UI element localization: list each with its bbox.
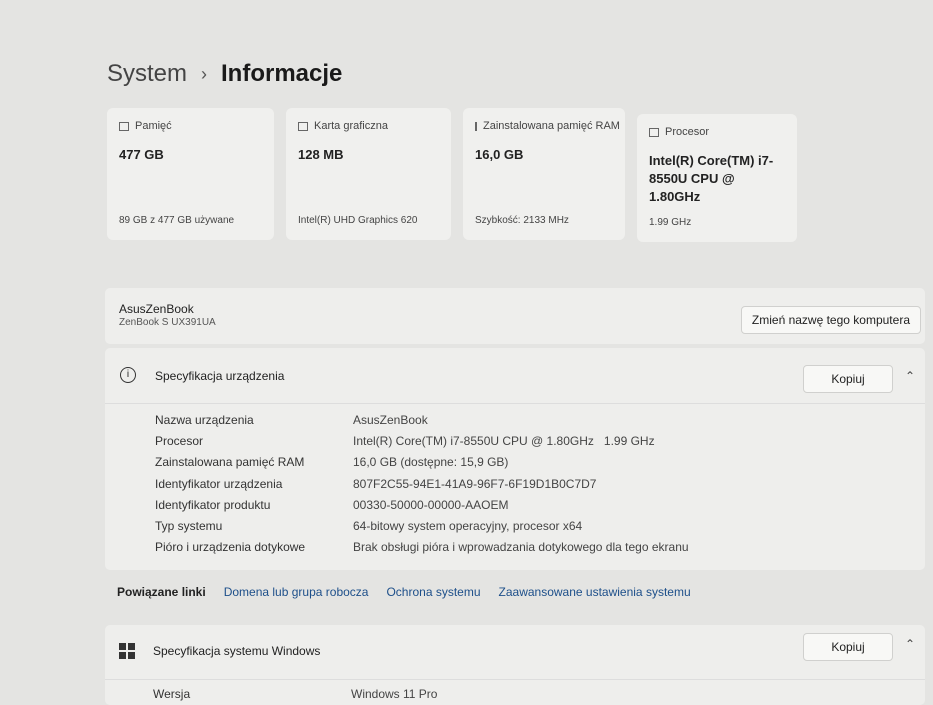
cpu-card: Procesor Intel(R) Core(TM) i7-8550U CPU … bbox=[637, 114, 797, 242]
device-name: AsusZenBook bbox=[119, 302, 194, 316]
spec-value: 00330-50000-00000-AAOEM bbox=[353, 497, 509, 512]
card-value: 128 MB bbox=[298, 147, 344, 162]
spec-value: 16,0 GB (dostępne: 15,9 GB) bbox=[353, 455, 509, 470]
info-icon: i bbox=[120, 367, 136, 383]
spec-value: Brak obsługi pióra i wprowadzania dotyko… bbox=[353, 540, 689, 555]
windows-logo-icon bbox=[119, 643, 135, 659]
chevron-right-icon: › bbox=[201, 63, 208, 84]
spec-row: Identyfikator produktu 00330-50000-00000-… bbox=[155, 494, 689, 515]
chevron-up-icon[interactable]: ⌃ bbox=[905, 637, 915, 651]
device-spec-list: Nazwa urządzenia AsusZenBook Procesor Inte… bbox=[155, 409, 689, 558]
link-domain-workgroup[interactable]: Domena lub grupa robocza bbox=[224, 585, 369, 599]
breadcrumb-system[interactable]: System bbox=[107, 60, 187, 88]
spec-key: Wersja bbox=[153, 686, 191, 701]
spec-key: Pióro i urządzenia dotykowe bbox=[155, 540, 306, 555]
card-sub: 89 GB z 477 GB używane bbox=[119, 215, 235, 226]
spec-key: Zainstalowana pamięć RAM bbox=[155, 455, 305, 470]
section-title: Specyfikacja urządzenia bbox=[155, 369, 285, 383]
section-title: Specyfikacja systemu Windows bbox=[153, 644, 321, 658]
card-label: Procesor bbox=[665, 126, 710, 138]
gpu-icon bbox=[298, 121, 308, 131]
related-links-label: Powiązane linki bbox=[117, 585, 206, 599]
device-model: ZenBook S UX391UA bbox=[119, 317, 216, 328]
spec-value: AsusZenBook bbox=[353, 412, 428, 427]
card-value: Intel(R) Core(TM) i7-8550U CPU @ 1.80GHz bbox=[649, 153, 774, 204]
card-value: 16,0 GB bbox=[475, 147, 524, 162]
card-value: 477 GB bbox=[119, 147, 164, 162]
spec-key: Identyfikator urządzenia bbox=[155, 476, 283, 491]
spec-row: Wersja Windows 11 Pro bbox=[153, 683, 437, 704]
cpu-icon bbox=[649, 127, 659, 137]
spec-key: Identyfikator produktu bbox=[155, 497, 271, 512]
link-advanced-settings[interactable]: Zaawansowane ustawienia systemu bbox=[499, 585, 691, 599]
spec-value: Windows 11 Pro bbox=[351, 686, 438, 701]
spec-row: Typ systemu 64-bitowy system operacyjny, … bbox=[155, 515, 689, 536]
card-sub: Intel(R) UHD Graphics 620 bbox=[298, 215, 418, 226]
device-name-section: AsusZenBook ZenBook S UX391UA Zmień nazw… bbox=[105, 288, 925, 344]
page-title: Informacje bbox=[221, 60, 343, 87]
link-system-protection[interactable]: Ochrona systemu bbox=[386, 585, 480, 599]
storage-card: Pamięć 477 GB 89 GB z 477 GB używane bbox=[107, 108, 274, 240]
spec-value: Intel(R) Core(TM) i7-8550U CPU @ 1.80GHz… bbox=[353, 433, 655, 448]
copy-windows-spec-button[interactable]: Kopiuj bbox=[803, 633, 893, 661]
spec-row: Nazwa urządzenia AsusZenBook bbox=[155, 409, 689, 430]
spec-key: Typ systemu bbox=[155, 519, 223, 534]
spec-key: Nazwa urządzenia bbox=[155, 412, 254, 427]
spec-row: Identyfikator urządzenia 807F2C55-94E1-41… bbox=[155, 473, 689, 494]
ram-card: Zainstalowana pamięć RAM 16,0 GB Szybkoś… bbox=[463, 108, 625, 240]
card-label: Karta graficzna bbox=[314, 120, 388, 132]
related-links: Powiązane linki Domena lub grupa robocza… bbox=[117, 585, 691, 599]
storage-icon bbox=[119, 121, 129, 131]
rename-pc-button[interactable]: Zmień nazwę tego komputera bbox=[740, 306, 921, 334]
card-label: Zainstalowana pamięć RAM bbox=[483, 120, 620, 132]
ram-icon bbox=[475, 121, 477, 131]
spec-value: 807F2C55-94E1-41A9-96F7-6F19D1B0C7D7 bbox=[353, 476, 597, 491]
copy-device-spec-button[interactable]: Kopiuj bbox=[803, 365, 893, 393]
card-label: Pamięć bbox=[135, 120, 172, 132]
windows-spec-header[interactable]: Specyfikacja systemu Windows Kopiuj ⌃ bbox=[105, 625, 925, 680]
card-sub: 1.99 GHz bbox=[649, 217, 692, 228]
spec-row: Zainstalowana pamięć RAM 16,0 GB (dostępn… bbox=[155, 452, 689, 473]
spec-row: Procesor Intel(R) Core(TM) i7-8550U CPU @… bbox=[155, 430, 689, 451]
card-sub: Szybkość: 2133 MHz bbox=[475, 215, 569, 226]
spec-value: 64-bitowy system operacyjny, procesor x6… bbox=[353, 519, 583, 534]
spec-row: Pióro i urządzenia dotykowe Brak obsługi … bbox=[155, 537, 689, 558]
device-spec-header[interactable]: i Specyfikacja urządzenia Kopiuj ⌃ bbox=[105, 348, 925, 404]
device-spec-section: i Specyfikacja urządzenia Kopiuj ⌃ Nazwa… bbox=[105, 348, 925, 570]
gpu-card: Karta graficzna 128 MB Intel(R) UHD Grap… bbox=[286, 108, 451, 240]
windows-spec-section: Specyfikacja systemu Windows Kopiuj ⌃ We… bbox=[105, 625, 925, 705]
breadcrumb: System › Informacje bbox=[107, 60, 342, 88]
spec-key: Procesor bbox=[155, 433, 204, 448]
chevron-up-icon[interactable]: ⌃ bbox=[905, 369, 915, 383]
